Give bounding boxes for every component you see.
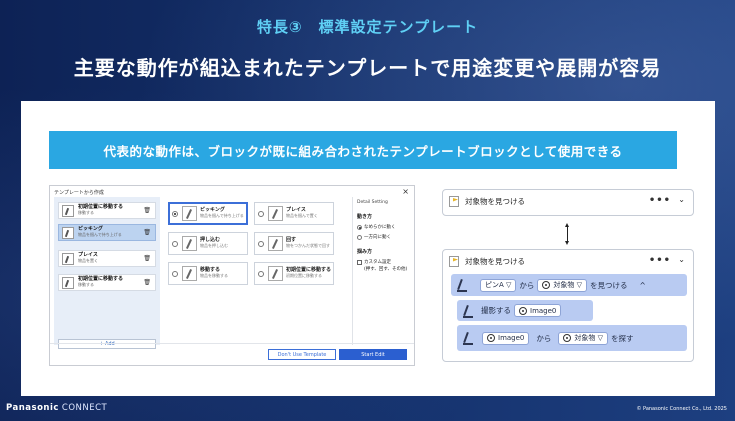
robot-thumbnail-icon <box>268 266 283 281</box>
robot-thumbnail-icon <box>182 236 197 251</box>
radio-icon <box>258 270 264 277</box>
expanded-template-block[interactable]: 対象物を見つける ••• ⌄ ピンA ▽ から 対象物 ▽ を見つける ^ 撮影… <box>442 249 694 362</box>
settings-header: Detail Setting <box>357 200 388 205</box>
list-item[interactable]: ピッキング 物品を掴んで持ち上げる 🗑 <box>58 224 156 241</box>
list-item[interactable]: 初期位置に移動する 移動する 🗑 <box>58 202 156 219</box>
motion-option-linear[interactable]: 一方向に動く <box>357 234 412 240</box>
search-text: を探す <box>611 333 634 343</box>
chevron-down-icon[interactable]: ⌄ <box>678 255 685 264</box>
slide-headline: 主要な動作が組込まれたテンプレートで用途変更や展開が容易 <box>73 56 662 80</box>
start-edit-button[interactable]: Start Edit <box>339 349 407 360</box>
dont-use-template-button[interactable]: Don't Use Template <box>268 349 336 360</box>
image-output[interactable]: Image0 <box>514 304 562 317</box>
template-card-place[interactable]: プレイス 物品を掴んで置く <box>254 202 334 225</box>
find-row: ピンA ▽ から 対象物 ▽ を見つける ^ <box>451 274 687 296</box>
flag-icon <box>449 196 459 207</box>
robot-arm-icon <box>463 304 475 318</box>
brand-logo: Panasonic CONNECT <box>6 403 108 413</box>
template-card-rotate[interactable]: 回す 物をつかんだ状態で回す <box>254 232 334 255</box>
from-text: から <box>519 280 535 290</box>
content-panel: 代表的な動作は、ブロックが既に組み合わされたテンプレートブロックとして使用できる… <box>21 101 715 396</box>
detail-settings: Detail Setting 動き方 なめらかに動く 一方向に動く 掴み方 カス… <box>352 197 412 345</box>
motion-option-smooth[interactable]: なめらかに動く <box>357 224 412 230</box>
card-sub: 物品を掴んで置く <box>286 212 318 218</box>
radio-selected-icon <box>357 224 362 230</box>
from-text: から <box>536 333 552 343</box>
robot-thumbnail-icon <box>62 276 74 289</box>
robot-arm-icon <box>457 278 469 292</box>
chevron-down-icon[interactable]: ⌄ <box>678 195 685 204</box>
trash-icon[interactable]: 🗑 <box>143 229 151 236</box>
robot-thumbnail-icon <box>62 252 74 265</box>
template-list: 初期位置に移動する 移動する 🗑 ピッキング 物品を掴んで持ち上げる 🗑 プレイス物… <box>54 197 160 349</box>
list-item-sub: 移動する <box>78 281 94 287</box>
radio-selected-icon <box>172 210 178 217</box>
robot-thumbnail-icon <box>62 226 74 239</box>
robot-thumbnail-icon <box>268 236 283 251</box>
template-dialog: テンプレートから作成 × 初期位置に移動する 移動する 🗑 ピッキング 物品を掴んで… <box>49 185 415 366</box>
image-input[interactable]: Image0 <box>482 331 530 345</box>
pin-dropdown[interactable]: ピンA ▽ <box>480 278 517 292</box>
radio-icon <box>172 270 178 277</box>
target-dropdown[interactable]: 対象物 ▽ <box>537 278 588 292</box>
banner: 代表的な動作は、ブロックが既に組み合わされたテンプレートブロックとして使用できる <box>49 131 677 169</box>
target-icon <box>519 306 527 315</box>
collapsed-template-block[interactable]: 対象物を見つける ••• ⌄ <box>442 189 694 216</box>
list-item-sub: 物品を掴んで持ち上げる <box>78 231 122 237</box>
template-card-home[interactable]: 初期位置に移動する 初期位置に移動する <box>254 262 334 285</box>
template-card-move[interactable]: 移動する 物品を移動する <box>168 262 248 285</box>
search-row: Image0 から 対象物 ▽ を探す <box>457 325 687 351</box>
radio-icon <box>258 240 264 247</box>
checkbox-icon <box>357 259 362 265</box>
shoot-text: 撮影する <box>481 306 511 315</box>
robot-thumbnail-icon <box>182 206 197 221</box>
target-icon <box>563 334 572 342</box>
list-item[interactable]: プレイス 物品を置く 🗑 <box>58 250 156 267</box>
robot-thumbnail-icon <box>62 204 74 217</box>
grip-label: 掴み方 <box>357 249 373 255</box>
capture-row: 撮影する Image0 <box>457 300 593 321</box>
target-dropdown[interactable]: 対象物 ▽ <box>558 331 608 345</box>
more-icon[interactable]: ••• <box>649 255 671 266</box>
dialog-title: テンプレートから作成 <box>54 190 104 196</box>
custom-setting-checkbox[interactable]: カスタム設定 <box>357 259 412 265</box>
card-sub: 物をつかんだ状態で回す <box>286 242 330 248</box>
radio-icon <box>172 240 178 247</box>
robot-thumbnail-icon <box>268 206 283 221</box>
close-icon[interactable]: × <box>402 187 409 196</box>
find-text: を見つける <box>590 280 628 290</box>
robot-thumbnail-icon <box>182 266 197 281</box>
trash-icon[interactable]: 🗑 <box>143 255 151 262</box>
slide-subtitle: 特長③ 標準設定テンプレート <box>256 18 479 36</box>
trash-icon[interactable]: 🗑 <box>143 207 151 214</box>
expand-arrow-icon <box>565 223 569 245</box>
block-title: 対象物を見つける <box>465 257 525 266</box>
template-card-push[interactable]: 押し込む 物品を押し込む <box>168 232 248 255</box>
dialog-footer: Don't Use Template Start Edit <box>50 343 414 365</box>
template-card-picking[interactable]: ピッキング 物品を掴んで持ち上げる <box>168 202 248 225</box>
footer: Panasonic CONNECT © Panasonic Connect Co… <box>0 398 735 421</box>
copyright: © Panasonic Connect Co., Ltd. 2025 <box>636 406 727 412</box>
radio-icon <box>357 234 362 240</box>
caret-up-icon[interactable]: ^ <box>640 281 646 290</box>
card-sub: 初期位置に移動する <box>286 272 322 278</box>
flag-icon <box>449 256 459 267</box>
trash-icon[interactable]: 🗑 <box>143 279 151 286</box>
target-icon <box>542 281 551 289</box>
list-item-sub: 移動する <box>78 209 94 215</box>
card-sub: 物品を掴んで持ち上げる <box>200 212 244 218</box>
radio-icon <box>258 210 264 217</box>
robot-arm-icon <box>463 331 475 345</box>
list-item[interactable]: 初期位置に移動する 移動する 🗑 <box>58 274 156 291</box>
card-sub: 物品を移動する <box>200 272 228 278</box>
list-item-sub: 物品を置く <box>78 257 98 263</box>
target-icon <box>487 334 495 342</box>
more-icon[interactable]: ••• <box>649 195 671 206</box>
card-sub: 物品を押し込む <box>200 242 228 248</box>
motion-label: 動き方 <box>357 214 373 220</box>
custom-setting-sub: (押す、回す、その他) <box>364 267 408 272</box>
block-title: 対象物を見つける <box>465 197 525 206</box>
